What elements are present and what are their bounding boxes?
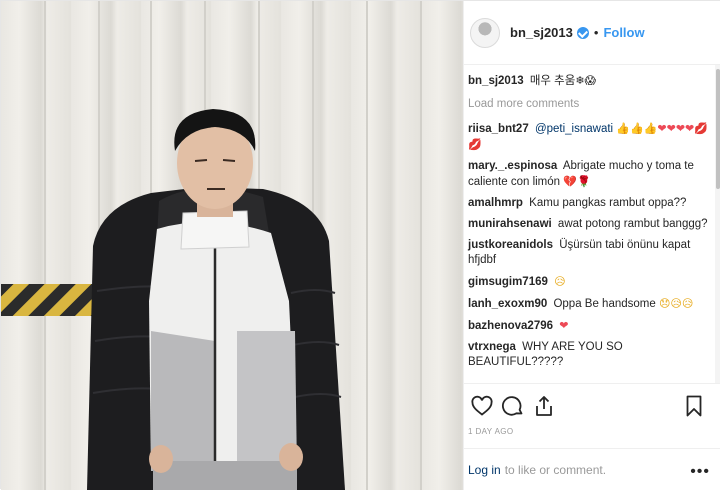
comment-bubble-icon[interactable] <box>501 394 525 418</box>
caption: bn_sj2013 매우 추움❄😱 <box>468 73 710 89</box>
comment-item: justkoreanidols Üşürsün tabi önünu kapat… <box>468 238 710 268</box>
bookmark-icon[interactable] <box>682 394 706 418</box>
post-header: bn_sj2013 • Follow <box>464 1 720 65</box>
comment-item: mary._.espinosa Abrigate mucho y toma te… <box>468 159 710 190</box>
post-timestamp[interactable]: 1 DAY AGO <box>468 427 514 436</box>
post-side-panel: bn_sj2013 • Follow bn_sj2013 매우 추움❄😱 Loa… <box>463 1 720 490</box>
heart-outline-icon[interactable] <box>470 394 494 418</box>
comment-item: gimsugim7169 😥 <box>468 274 710 290</box>
comment-mention[interactable]: @peti_isnawati <box>535 123 613 135</box>
comment-username[interactable]: vtrxnega <box>468 341 516 353</box>
comments-scrollbar[interactable] <box>715 65 720 383</box>
comment-item: lanh_exoxm90 Oppa Be handsome 😞😥😥 <box>468 296 710 312</box>
caption-username[interactable]: bn_sj2013 <box>468 75 524 87</box>
comment-text: Oppa Be handsome <box>553 298 656 310</box>
share-upload-icon[interactable] <box>532 394 556 418</box>
verified-badge-icon <box>576 26 589 39</box>
comment-text: Kamu pangkas rambut oppa?? <box>529 197 687 209</box>
login-bar: Log in to like or comment. ••• <box>464 448 720 490</box>
comment-item: bazhenova2796 ❤ <box>468 318 710 334</box>
comment-username[interactable]: lanh_exoxm90 <box>468 298 547 310</box>
load-more-comments-button[interactable]: Load more comments <box>468 97 710 112</box>
post-photo[interactable] <box>1 1 463 490</box>
comment-text: awat potong rambut banggg? <box>557 218 708 230</box>
comment-username[interactable]: mary._.espinosa <box>468 160 557 172</box>
follow-button[interactable]: Follow <box>603 25 644 40</box>
comment-username[interactable]: justkoreanidols <box>468 239 553 251</box>
comment-item: vtrxnega WHY ARE YOU SO BEAUTIFUL????? <box>468 340 710 370</box>
scrollbar-thumb[interactable] <box>716 69 720 189</box>
comment-item: amalhmrp Kamu pangkas rambut oppa?? <box>468 196 710 211</box>
comment-username[interactable]: riisa_bnt27 <box>468 123 529 135</box>
more-options-icon[interactable]: ••• <box>690 463 710 481</box>
profile-avatar[interactable] <box>470 17 500 48</box>
comment-emoji: 😞😥😥 <box>658 297 694 310</box>
instagram-post-embed: bn_sj2013 • Follow bn_sj2013 매우 추움❄😱 Loa… <box>0 0 720 490</box>
comment-username[interactable]: bazhenova2796 <box>468 320 553 332</box>
comment-emoji: 😥 <box>554 275 566 288</box>
caption-emoji: ❄😱 <box>575 74 597 87</box>
comment-item: munirahsenawi awat potong rambut banggg? <box>468 217 710 232</box>
comment-username[interactable]: gimsugim7169 <box>468 276 548 288</box>
header-separator: • <box>593 25 599 40</box>
comments-list[interactable]: bn_sj2013 매우 추움❄😱 Load more comments rii… <box>464 65 716 383</box>
photo-illustration <box>1 1 422 490</box>
login-link[interactable]: Log in <box>468 463 501 477</box>
comment-emoji: 💔🌹 <box>563 175 591 188</box>
comment-item: riisa_bnt27 @peti_isnawati 👍👍👍❤❤❤❤💋💋 <box>468 121 710 153</box>
comment-username[interactable]: amalhmrp <box>468 197 523 209</box>
login-prompt-text: to like or comment. <box>504 462 607 477</box>
caption-text: 매우 추움 <box>529 75 576 87</box>
comment-username[interactable]: munirahsenawi <box>468 218 552 230</box>
action-bar <box>464 383 720 427</box>
comment-emoji: ❤ <box>559 319 569 332</box>
header-username[interactable]: bn_sj2013 <box>510 25 573 40</box>
